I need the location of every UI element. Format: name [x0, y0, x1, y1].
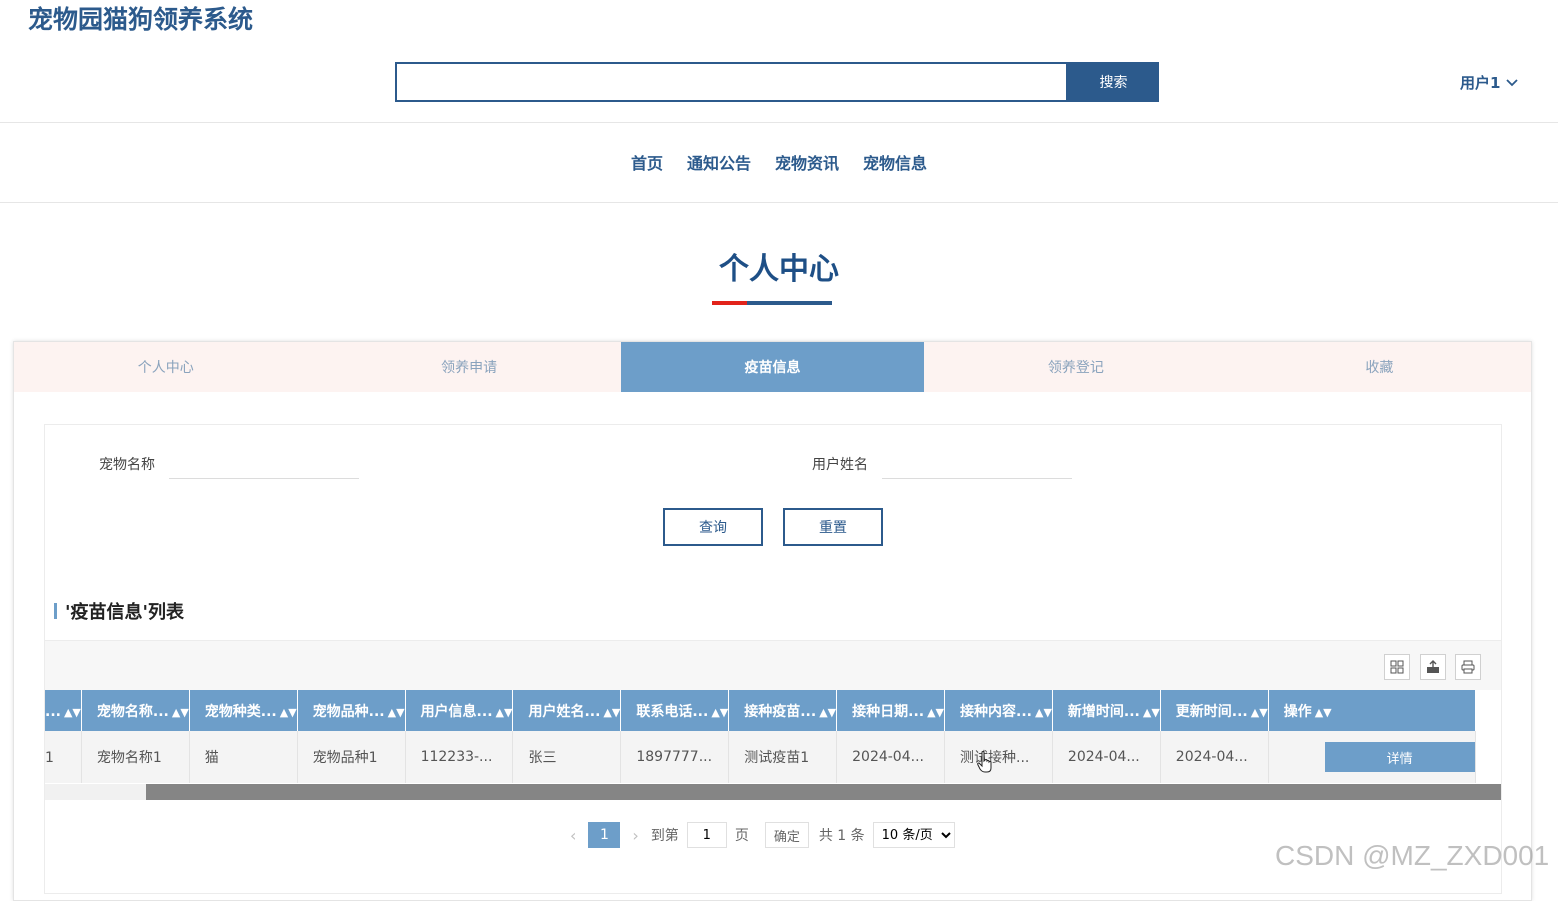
cell-pet-breed: 宠物品种1	[297, 731, 406, 783]
cell-pet-type: 猫	[189, 731, 298, 783]
nav-item-news[interactable]: 宠物资讯	[775, 150, 839, 174]
list-title: '疫苗信息'列表	[54, 598, 184, 624]
col-header-actions[interactable]: 操作 ▲▼	[1268, 690, 1476, 731]
table-row: 编号1 宠物名称1 猫 宠物品种1 112233-... 张三 1897777.…	[45, 731, 1476, 783]
tab-vaccine-info[interactable]: 疫苗信息	[620, 342, 925, 392]
cell-id: 编号1	[45, 731, 82, 783]
pet-name-filter: 宠物名称	[99, 449, 359, 479]
cell-vaccine-date: 2024-04...	[836, 731, 946, 783]
cell-vaccine-content: 测试接种...	[944, 731, 1053, 783]
col-header-created[interactable]: 新增时间... ▲▼	[1052, 690, 1161, 731]
cell-user-info: 112233-...	[405, 731, 514, 783]
user-name-input[interactable]	[882, 449, 1072, 479]
print-icon[interactable]	[1455, 654, 1481, 680]
col-header-vaccine-content[interactable]: 接种内容... ▲▼	[944, 690, 1053, 731]
content-card: 个人中心 领养申请 疫苗信息 领养登记 收藏 宠物名称 用户姓名 查询 重置 '…	[13, 341, 1532, 901]
total-count: 共 1 条	[818, 828, 865, 844]
prev-page-icon[interactable]: ‹	[570, 826, 576, 845]
table-toolbar	[45, 640, 1501, 690]
next-page-icon[interactable]: ›	[632, 826, 638, 845]
vaccine-panel: 宠物名称 用户姓名 查询 重置 '疫苗信息'列表 ... ▲▼ 宠物名称... …	[44, 424, 1502, 894]
tab-favorites[interactable]: 收藏	[1228, 342, 1531, 392]
pet-name-input[interactable]	[169, 449, 359, 479]
cell-created: 2024-04...	[1052, 731, 1161, 783]
tab-adoption-register[interactable]: 领养登记	[924, 342, 1227, 392]
table-header-row: 编号...▲▼ 宠物名称...▲▼ 宠物种类...▲▼ 宠物品种...▲▼ 用户…	[45, 690, 1476, 731]
col-header-phone[interactable]: 联系电话... ▲▼	[620, 690, 730, 731]
app-title: 宠物园猫狗领养系统	[28, 5, 254, 34]
page-unit-label: 页	[734, 828, 749, 844]
nav-item-pets[interactable]: 宠物信息	[863, 150, 927, 174]
user-label: 用户1	[1460, 74, 1501, 92]
user-menu[interactable]: 用户1	[1460, 72, 1519, 93]
col-header-vaccine-date[interactable]: 接种日期... ▲▼	[836, 690, 946, 731]
vaccine-table-wrap: 编号...▲▼ 宠物名称...▲▼ 宠物种类...▲▼ 宠物品种...▲▼ 用户…	[45, 690, 1501, 785]
chevron-down-icon	[1506, 78, 1519, 86]
user-name-label: 用户姓名	[812, 457, 868, 473]
col-header-vaccine[interactable]: 接种疫苗... ▲▼	[728, 690, 838, 731]
tab-adoption-apply[interactable]: 领养申请	[317, 342, 620, 392]
col-header-id[interactable]: 编号...▲▼	[45, 690, 82, 731]
cell-pet-name: 宠物名称1	[81, 731, 190, 783]
hand-cursor-icon	[977, 751, 992, 773]
tab-bar: 个人中心 领养申请 疫苗信息 领养登记 收藏	[14, 342, 1531, 392]
header-divider	[0, 122, 1558, 123]
cell-phone: 1897777...	[620, 731, 730, 783]
list-title-text: '疫苗信息'列表	[65, 602, 185, 623]
reset-button[interactable]: 重置	[783, 508, 883, 546]
page-title: 个人中心	[719, 252, 839, 287]
list-title-marker	[54, 603, 57, 619]
pagination: ‹ 1 › 到第 页 确定 共 1 条 10 条/页	[570, 821, 955, 849]
search-button[interactable]: 搜索	[1068, 62, 1159, 102]
title-underline	[712, 301, 832, 305]
goto-page-input[interactable]	[686, 822, 727, 848]
cell-vaccine: 测试疫苗1	[728, 731, 838, 783]
horizontal-scrollbar[interactable]	[45, 784, 1501, 800]
col-header-user-name[interactable]: 用户姓名... ▲▼	[512, 690, 622, 731]
nav-divider	[0, 202, 1558, 203]
export-icon[interactable]	[1420, 654, 1446, 680]
nav-item-notice[interactable]: 通知公告	[687, 150, 751, 174]
page-number-current[interactable]: 1	[588, 822, 621, 848]
tab-personal-center[interactable]: 个人中心	[14, 342, 317, 392]
goto-label: 到第	[650, 828, 679, 844]
vaccine-table: 编号...▲▼ 宠物名称...▲▼ 宠物种类...▲▼ 宠物品种...▲▼ 用户…	[45, 690, 1476, 783]
search-input[interactable]	[395, 62, 1068, 102]
cell-user-name: 张三	[512, 731, 622, 783]
columns-icon[interactable]	[1384, 654, 1410, 680]
detail-button[interactable]: 详情	[1324, 742, 1475, 772]
col-header-pet-breed[interactable]: 宠物品种... ▲▼	[297, 690, 406, 731]
search-bar: 搜索	[395, 62, 1159, 102]
col-header-pet-name[interactable]: 宠物名称... ▲▼	[81, 690, 190, 731]
page-size-select[interactable]: 10 条/页	[872, 822, 955, 848]
main-nav: 首页 通知公告 宠物资讯 宠物信息	[0, 150, 1558, 174]
scrollbar-thumb[interactable]	[146, 784, 1501, 800]
col-header-pet-type[interactable]: 宠物种类... ▲▼	[189, 690, 298, 731]
watermark: CSDN @MZ_ZXD001	[1275, 840, 1550, 871]
cell-actions: 详情	[1268, 731, 1476, 783]
query-button[interactable]: 查询	[663, 508, 763, 546]
nav-item-home[interactable]: 首页	[631, 150, 663, 174]
goto-confirm-button[interactable]: 确定	[764, 822, 809, 848]
user-name-filter: 用户姓名	[812, 449, 1072, 479]
col-header-updated[interactable]: 更新时间... ▲▼	[1160, 690, 1269, 731]
pet-name-label: 宠物名称	[99, 457, 155, 473]
cell-updated: 2024-04...	[1160, 731, 1269, 783]
col-header-user-info[interactable]: 用户信息... ▲▼	[405, 690, 514, 731]
